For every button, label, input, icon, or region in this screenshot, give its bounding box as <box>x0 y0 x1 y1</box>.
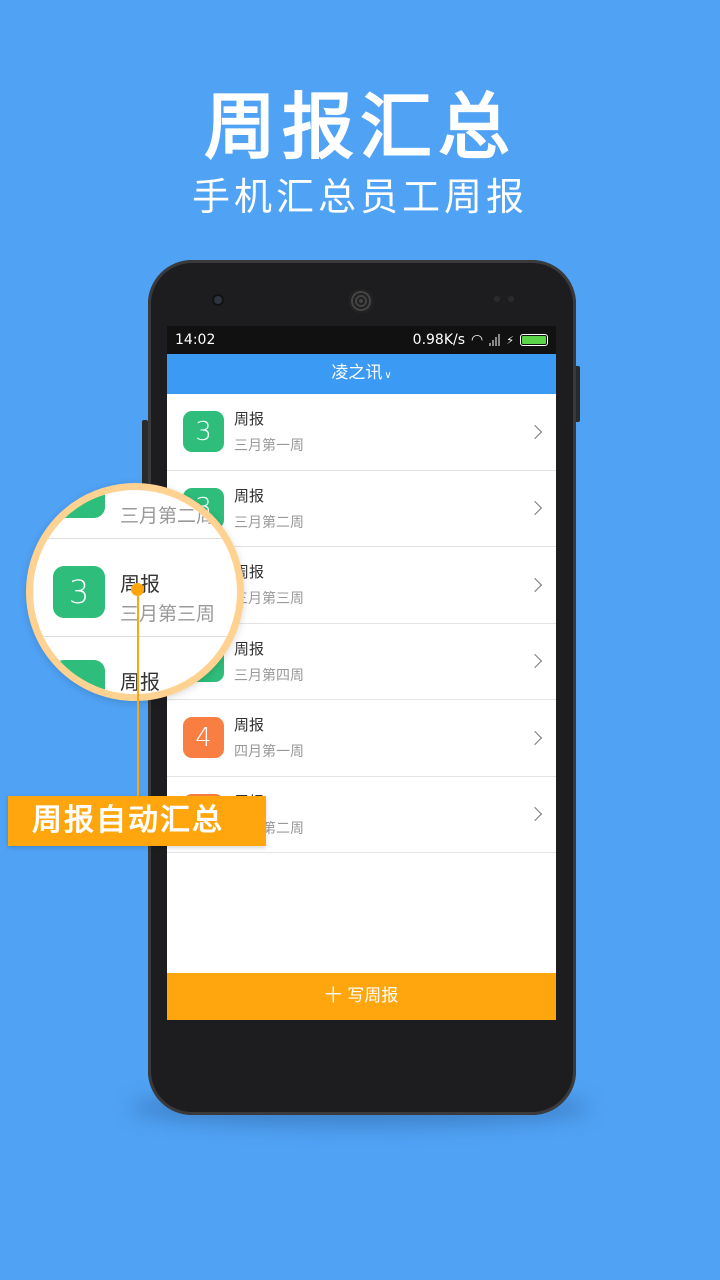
report-title: 周报 <box>234 639 265 658</box>
battery-icon <box>520 334 548 346</box>
chevron-right-icon <box>527 501 543 516</box>
report-text: 周报 三月第四周 <box>234 638 304 685</box>
charging-icon: ⚡ <box>506 333 514 347</box>
callout-line <box>137 596 139 796</box>
report-title: 周报 <box>234 410 265 429</box>
chevron-right-icon <box>527 577 543 592</box>
magnified-subtitle: 三月第二周 <box>120 505 216 527</box>
chevron-right-icon <box>527 807 543 822</box>
hero-subtitle: 手机汇总员工周报 <box>191 175 528 219</box>
report-subtitle: 三月第三周 <box>234 591 304 608</box>
report-title: 周报 <box>234 486 265 505</box>
status-time: 14:02 <box>175 332 216 348</box>
chevron-right-icon <box>527 730 543 745</box>
speaker-icon <box>349 289 373 313</box>
report-text: 周报 三月第二周 <box>234 485 304 532</box>
company-selector[interactable]: 凌之讯 <box>331 363 382 383</box>
callout-dot <box>131 583 144 596</box>
report-subtitle: 四月第一周 <box>234 744 304 761</box>
report-row[interactable]: 3 周报 三月第一周 <box>167 394 556 471</box>
magnified-divider <box>33 538 237 539</box>
app-bar[interactable]: 凌之讯 ∨ <box>167 354 556 394</box>
signal-icon <box>489 334 501 346</box>
write-report-button[interactable]: 十 写周报 <box>167 973 556 1020</box>
phone-screen: 14:02 0.98K/s ◠ ⚡ 凌之讯∨ 3周报三月第一周3周报三月第二周3… <box>167 326 556 1020</box>
sensor-icon <box>508 296 514 302</box>
chevron-right-icon <box>527 654 543 669</box>
report-subtitle: 三月第二周 <box>234 514 304 531</box>
magnified-badge: 3 <box>53 566 105 618</box>
magnified-title: 周报 <box>120 670 160 694</box>
week-badge: 4 <box>183 717 224 759</box>
status-bar: 14:02 0.98K/s ◠ ⚡ <box>167 326 556 354</box>
chevron-down-icon: ∨ <box>384 370 392 381</box>
status-indicators: 0.98K/s ◠ ⚡ <box>413 332 548 348</box>
week-badge: 3 <box>183 411 224 453</box>
report-text: 周报 四月第一周 <box>234 714 304 761</box>
report-text: 周报 三月第三周 <box>234 561 304 608</box>
report-subtitle: 三月第一周 <box>234 438 304 455</box>
network-speed: 0.98K/s <box>412 332 466 348</box>
callout-label: 周报自动汇总 <box>8 796 266 846</box>
camera-icon <box>212 294 224 306</box>
sensor-icon <box>494 296 500 302</box>
report-title: 周报 <box>234 563 265 582</box>
report-title: 周报 <box>234 716 265 735</box>
chevron-right-icon <box>527 424 543 439</box>
report-subtitle: 三月第四周 <box>234 667 304 684</box>
hero-title: 周报汇总 <box>203 85 516 169</box>
magnified-badge <box>53 490 105 518</box>
report-text: 周报 三月第一周 <box>234 408 304 455</box>
magnified-badge <box>53 660 105 694</box>
report-row[interactable]: 4 周报 四月第一周 <box>167 700 556 777</box>
wifi-icon: ◠ <box>471 332 484 348</box>
magnified-subtitle: 三月第三周 <box>120 603 216 625</box>
